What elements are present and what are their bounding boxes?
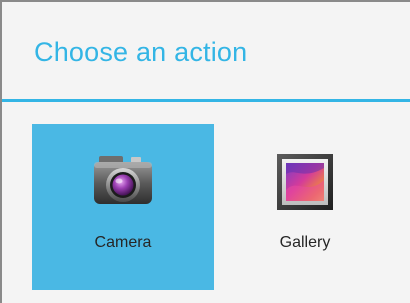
gallery-icon	[277, 154, 333, 210]
camera-icon	[94, 156, 152, 204]
app-label-camera: Camera	[94, 234, 152, 251]
dialog-header: Choose an action	[2, 2, 410, 100]
app-option-gallery[interactable]: Gallery	[214, 124, 396, 290]
app-grid: Camera Gallery	[2, 102, 410, 303]
chooser-dialog: Choose an action Camera Gallery	[0, 0, 410, 303]
app-label-gallery: Gallery	[279, 234, 331, 251]
app-option-camera[interactable]: Camera	[32, 124, 214, 290]
dialog-title: Choose an action	[34, 37, 248, 67]
